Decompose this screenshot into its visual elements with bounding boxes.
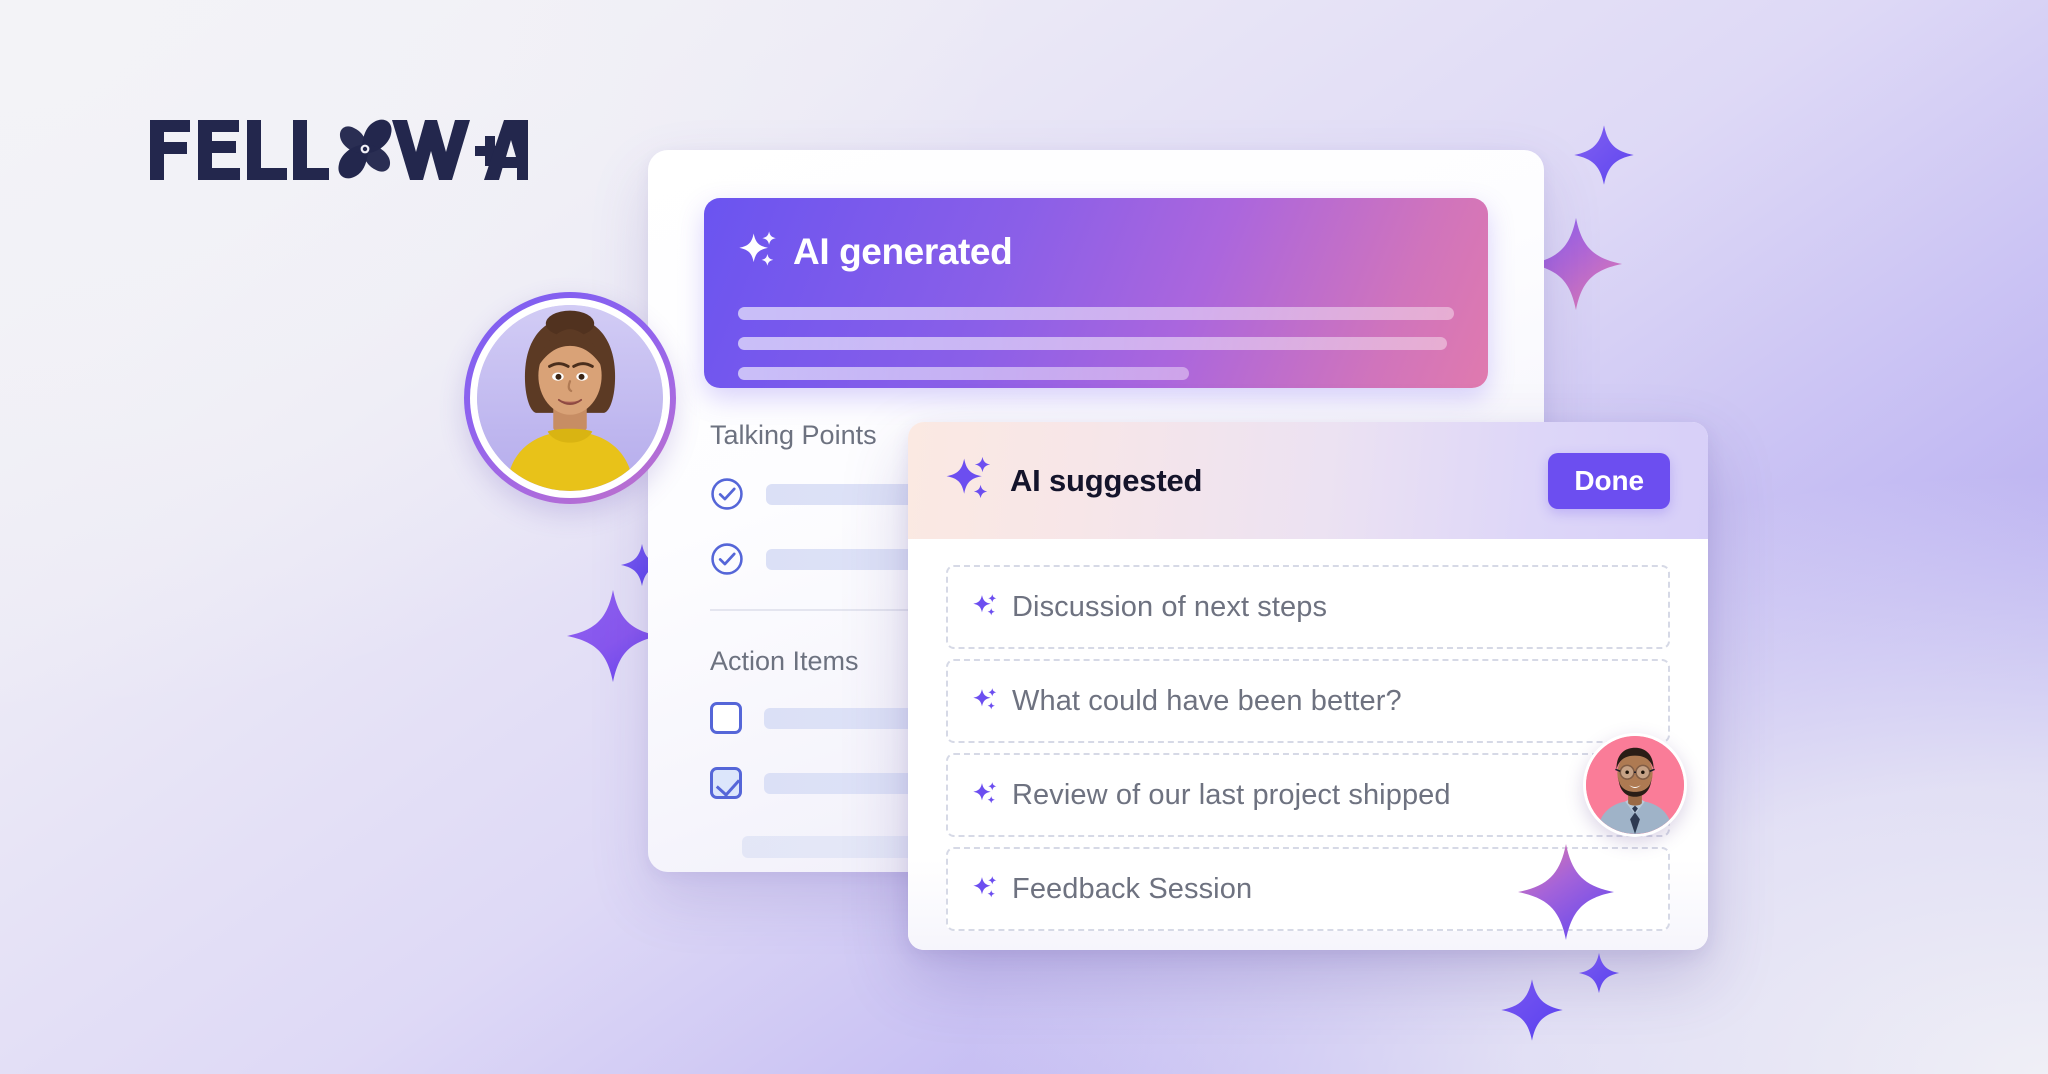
brand-logo <box>148 118 528 182</box>
suggestion-item-label: Feedback Session <box>1012 872 1253 905</box>
sparkle-decoration-left-large <box>565 588 661 684</box>
section-action-items: Action Items <box>710 646 859 677</box>
fellow-ai-logo-svg <box>150 119 528 180</box>
ai-suggested-title: AI suggested <box>1010 462 1203 498</box>
sparkle-decoration-bottom-medium <box>1500 978 1564 1042</box>
done-button[interactable]: Done <box>1548 452 1670 509</box>
suggestion-item-label: Discussion of next steps <box>1012 590 1328 623</box>
suggestion-item[interactable]: What could have been better? <box>946 659 1670 743</box>
ai-suggested-header: AI suggested Done <box>908 422 1708 539</box>
ai-generated-title: AI generated <box>793 231 1013 272</box>
placeholder-line <box>738 367 1190 380</box>
sparkle-icon <box>972 874 998 905</box>
ai-generated-placeholder-lines <box>738 307 1454 380</box>
sparkle-icon <box>946 454 994 507</box>
circle-check-icon[interactable] <box>710 477 744 511</box>
sparkle-icon <box>738 228 780 275</box>
sparkle-decoration-bottom-right-small <box>1578 952 1620 994</box>
placeholder-line <box>738 337 1447 350</box>
ai-generated-banner: AI generated <box>704 198 1488 388</box>
sparkle-icon <box>972 780 998 811</box>
sparkle-icon <box>972 592 998 623</box>
section-talking-points: Talking Points <box>710 420 877 451</box>
suggestion-item-label: What could have been better? <box>1012 684 1402 717</box>
section-title-action-items: Action Items <box>710 646 859 676</box>
suggestion-item-label: Review of our last project shipped <box>1012 778 1451 811</box>
sparkle-decoration-top-right-medium <box>1573 124 1635 186</box>
avatar-woman-yellow-top <box>464 292 676 504</box>
suggestion-item[interactable]: Review of our last project shipped <box>946 753 1670 837</box>
ai-suggested-header-left: AI suggested <box>946 454 1548 507</box>
suggestion-item[interactable]: Discussion of next steps <box>946 565 1670 649</box>
avatar-inner-ring <box>470 298 670 498</box>
checkbox-checked[interactable] <box>710 767 742 799</box>
suggestion-item[interactable]: Feedback Session <box>946 847 1670 931</box>
placeholder-line <box>738 307 1454 320</box>
circle-check-icon[interactable] <box>710 542 744 576</box>
ai-generated-header: AI generated <box>738 228 1454 275</box>
avatar-man-glasses <box>1583 733 1687 837</box>
avatar-photo <box>1586 736 1684 834</box>
sparkle-icon <box>972 686 998 717</box>
checkbox-unchecked[interactable] <box>710 702 742 734</box>
ai-suggested-card: AI suggested Done Discussion of next ste… <box>908 422 1708 950</box>
avatar-photo <box>477 305 663 491</box>
section-title-talking-points: Talking Points <box>710 420 877 450</box>
